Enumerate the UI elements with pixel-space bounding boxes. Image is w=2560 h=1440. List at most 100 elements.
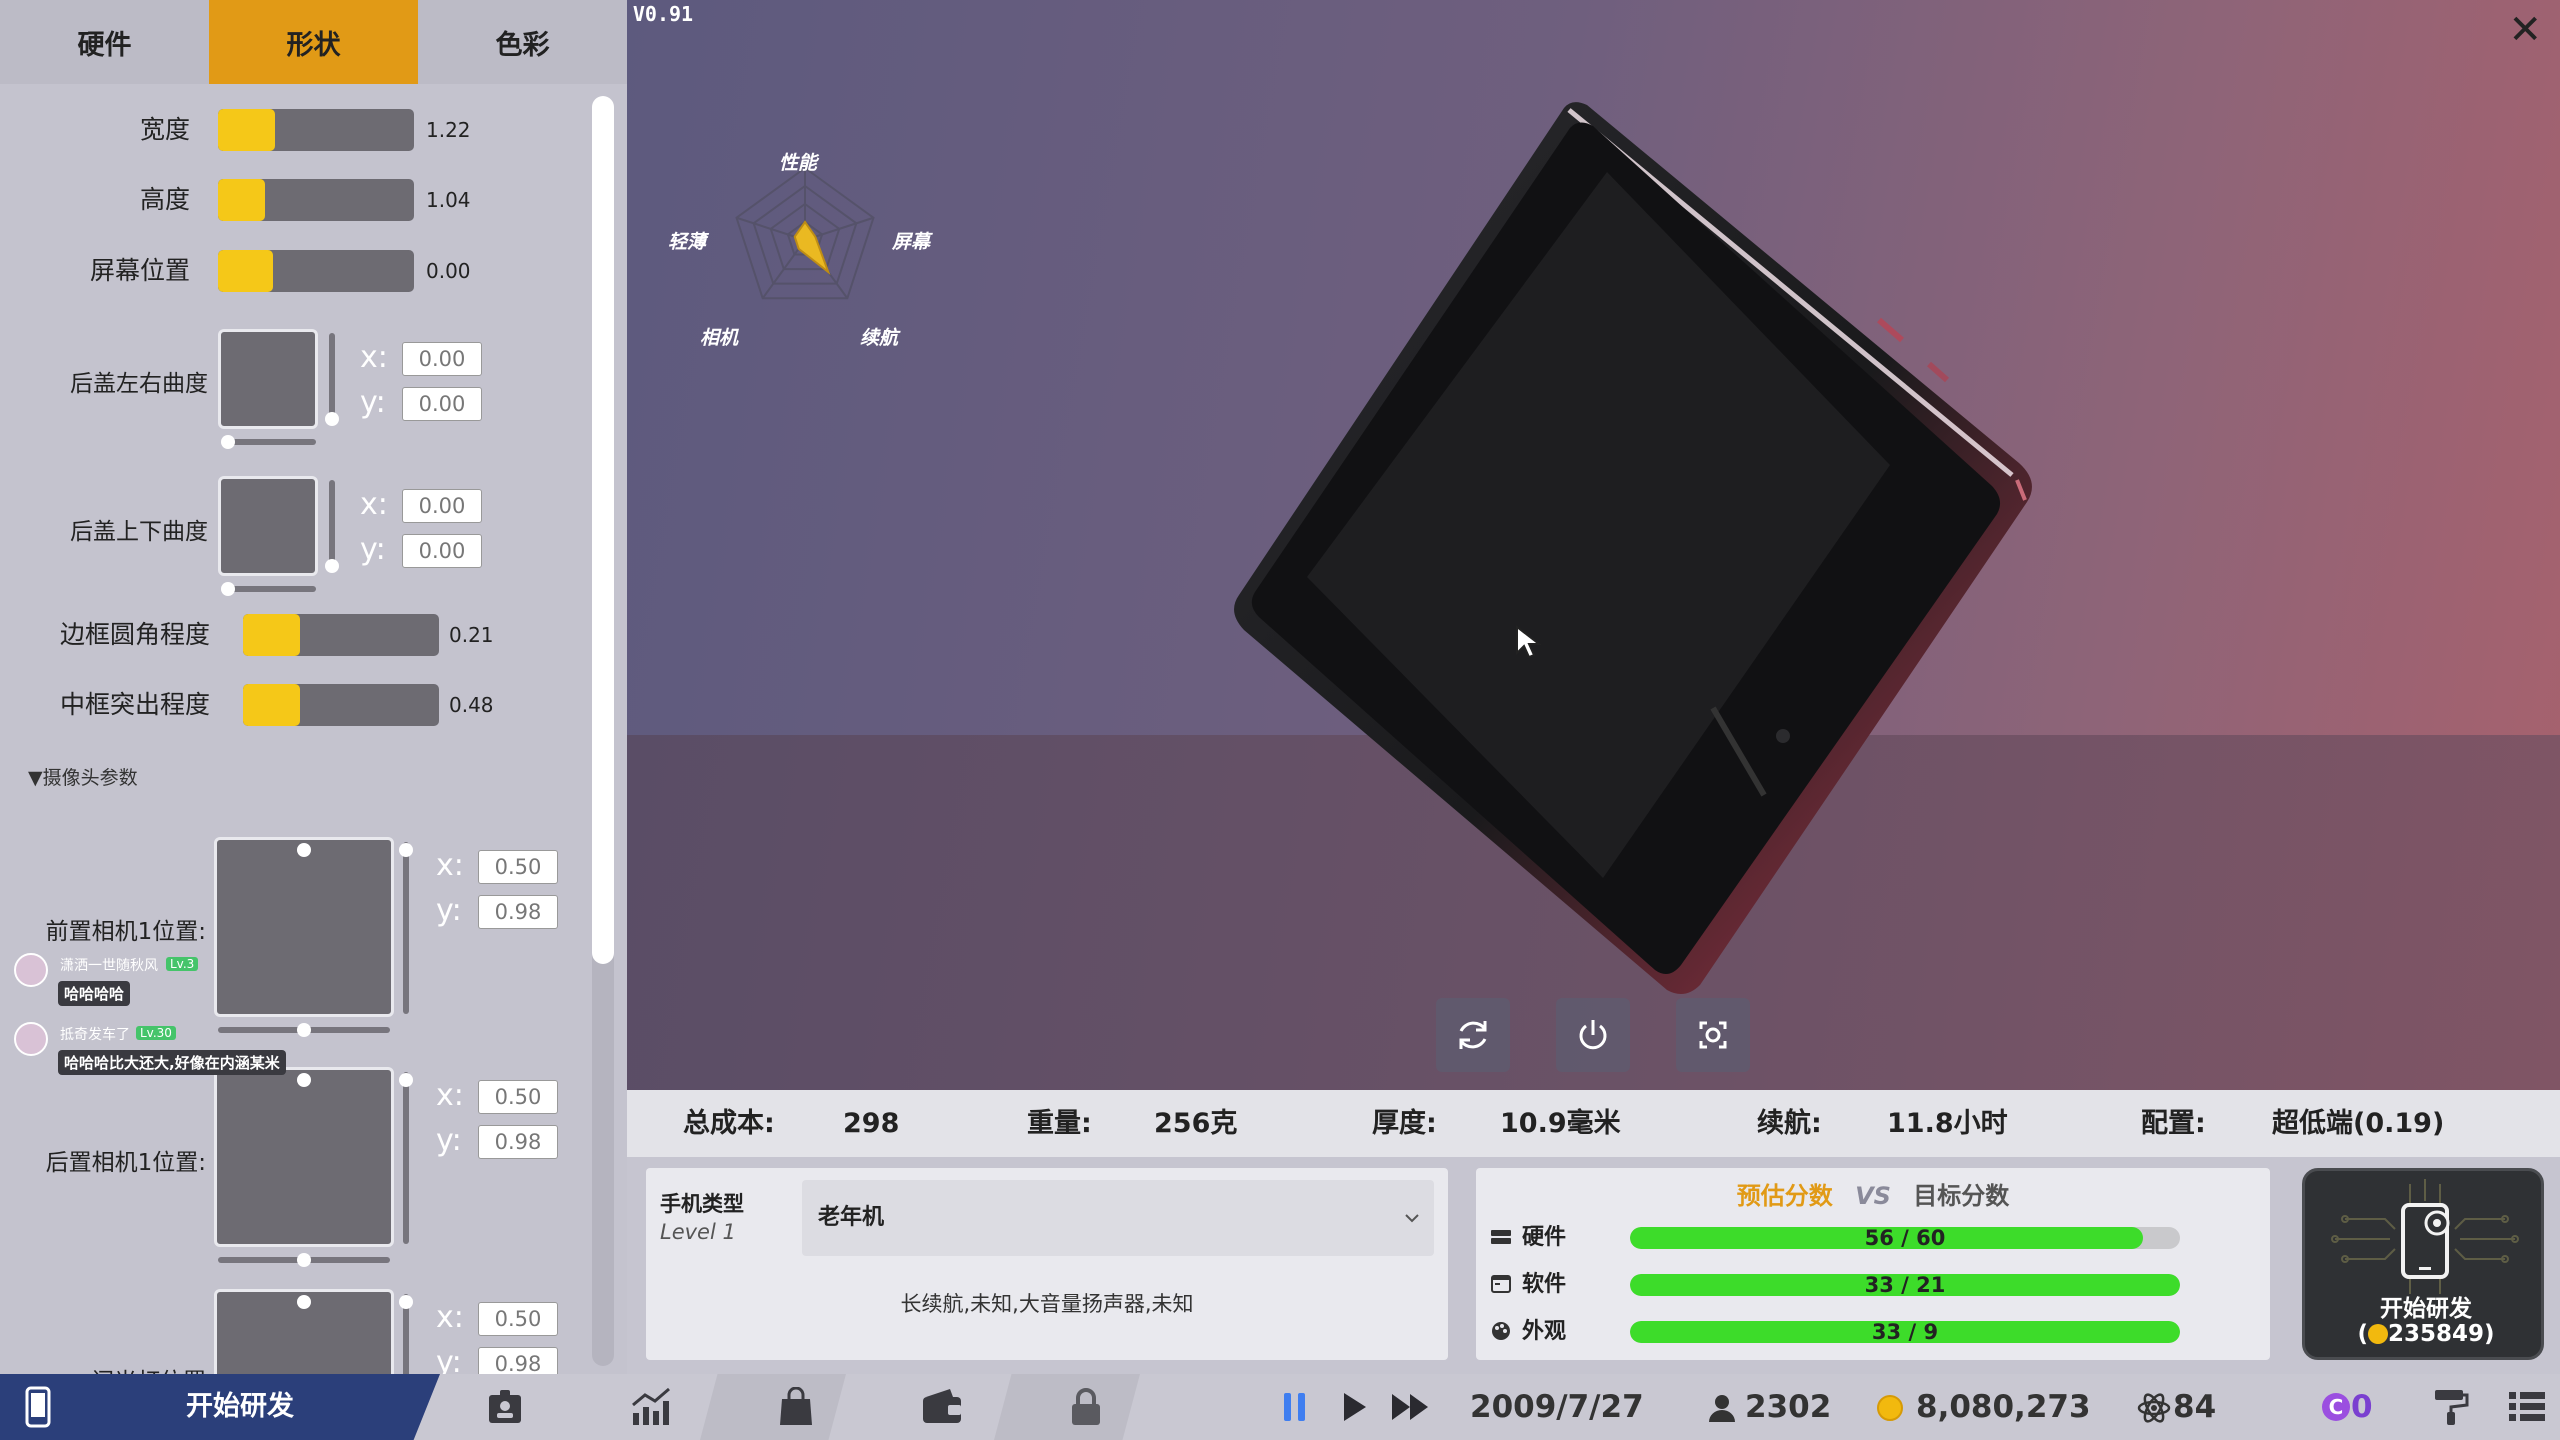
- front-camera-marker[interactable]: [297, 843, 311, 857]
- y-label: y:: [436, 1123, 462, 1158]
- back-lr-curve-vknob[interactable]: [325, 412, 339, 426]
- flash-marker[interactable]: [297, 1295, 311, 1309]
- front-camera-position-pad[interactable]: [214, 837, 394, 1017]
- front-camera-vtrack[interactable]: [403, 842, 409, 1014]
- rear-camera-position-pad[interactable]: [214, 1067, 394, 1247]
- rear-camera-hknob[interactable]: [297, 1253, 311, 1267]
- back-ud-curve-vknob[interactable]: [325, 559, 339, 573]
- back-lr-curve-hknob[interactable]: [221, 435, 235, 449]
- phone-icon: [25, 1386, 51, 1428]
- flash-vknob[interactable]: [399, 1295, 413, 1309]
- appearance-icon: [1492, 1322, 1510, 1340]
- config-value: 超低端(0.19): [2272, 1108, 2445, 1139]
- rear-camera-marker[interactable]: [297, 1073, 311, 1087]
- radar-label-battery: 续航: [860, 327, 899, 349]
- tab-shape[interactable]: 形状: [209, 0, 418, 84]
- phone-type-panel: 手机类型 Level 1 老年机 长续航,未知,大音量扬声器,未知: [646, 1168, 1448, 1360]
- tab-color[interactable]: 色彩: [418, 0, 627, 84]
- circuit-phone-icon: [2331, 1179, 2519, 1294]
- frame-protrusion-slider[interactable]: [243, 684, 439, 726]
- menu-button[interactable]: [2502, 1383, 2552, 1431]
- start-development-button[interactable]: 开始研发 (235849): [2302, 1168, 2544, 1360]
- phone-type-dropdown[interactable]: 老年机: [802, 1180, 1434, 1256]
- fast-forward-button[interactable]: [1385, 1383, 1435, 1431]
- flash-x-input[interactable]: 0.50: [478, 1302, 558, 1336]
- score-value: 33 / 21: [1864, 1273, 1946, 1297]
- back-lr-curve-htrack[interactable]: [222, 439, 316, 445]
- taskbar-wallet-button[interactable]: [917, 1383, 967, 1431]
- front-camera-x-input[interactable]: 0.50: [478, 850, 558, 884]
- y-label: y:: [436, 893, 462, 928]
- score-panel: 预估分数 VS 目标分数 硬件 56 / 60 软件 33 / 21 外观 33…: [1476, 1168, 2270, 1360]
- corner-radius-slider[interactable]: [243, 614, 439, 656]
- id-card-icon: [489, 1390, 521, 1423]
- score-value: 56 / 60: [1864, 1226, 1946, 1250]
- taskbar-market-button[interactable]: [626, 1383, 676, 1431]
- radar-label-screen: 屏幕: [892, 231, 931, 253]
- back-ud-curve-y-input[interactable]: 0.00: [402, 534, 482, 568]
- flash-label: 闪光灯位置: [0, 1362, 206, 1374]
- front-camera-vknob[interactable]: [399, 843, 413, 857]
- rotate-button[interactable]: [1436, 998, 1510, 1072]
- width-slider[interactable]: [218, 109, 414, 151]
- research-atom-icon: [2137, 1393, 2171, 1423]
- danmu-username: 潇洒一世随秋风: [60, 958, 158, 974]
- rear-camera-x-input[interactable]: 0.50: [478, 1080, 558, 1114]
- taskbar-start-development-button[interactable]: 开始研发: [0, 1374, 440, 1440]
- paint-roller-button[interactable]: [2426, 1383, 2476, 1431]
- flip-camera-button[interactable]: [1676, 998, 1750, 1072]
- slider-fill: [243, 614, 300, 656]
- slider-fill: [218, 179, 266, 221]
- battery-value: 11.8小时: [1887, 1108, 2008, 1139]
- rear-camera-vtrack[interactable]: [403, 1072, 409, 1244]
- cost-value: 298: [843, 1108, 900, 1139]
- development-cost: (235849): [2305, 1321, 2541, 1347]
- rear-camera-label: 后置相机1位置:: [45, 1150, 206, 1176]
- score-label: 软件: [1522, 1272, 1567, 1297]
- x-label: x:: [436, 1300, 464, 1335]
- x-label: x:: [436, 1078, 464, 1113]
- slider-label: 边框圆角程度: [59, 620, 210, 649]
- back-lr-curve-label: 后盖左右曲度: [70, 371, 208, 397]
- flash-y-input[interactable]: 0.98: [478, 1347, 558, 1374]
- back-lr-curve-pad[interactable]: [218, 329, 318, 429]
- back-lr-curve-vtrack[interactable]: [329, 333, 335, 423]
- back-ud-curve-pad[interactable]: [218, 476, 318, 576]
- slider-value: 0.48: [449, 693, 494, 717]
- score-row-software: 软件 33 / 21: [1490, 1267, 2260, 1303]
- back-lr-curve-x-input[interactable]: 0.00: [402, 342, 482, 376]
- play-button[interactable]: [1329, 1383, 1379, 1431]
- camera-params-toggle[interactable]: ▼摄像头参数: [28, 763, 138, 790]
- front-camera-label: 前置相机1位置:: [45, 919, 206, 945]
- radar-label-performance: 性能: [779, 152, 818, 174]
- x-label: x:: [360, 487, 388, 522]
- taskbar-staff-button[interactable]: [480, 1383, 530, 1431]
- premium-coin-count: 0: [2351, 1389, 2373, 1425]
- height-slider[interactable]: [218, 179, 414, 221]
- back-ud-curve-htrack[interactable]: [222, 586, 316, 592]
- slider-row-corner-radius: 边框圆角程度 0.21: [0, 610, 560, 660]
- slider-row-screen-position: 屏幕位置 0.00: [0, 246, 560, 296]
- tab-hardware[interactable]: 硬件: [0, 0, 209, 84]
- close-icon[interactable]: ✕: [2508, 10, 2542, 50]
- screen-position-slider[interactable]: [218, 250, 414, 292]
- front-camera-hknob[interactable]: [297, 1023, 311, 1037]
- power-button[interactable]: [1556, 998, 1630, 1072]
- slider-row-height: 高度 1.04: [0, 175, 560, 225]
- back-ud-curve-vtrack[interactable]: [329, 480, 335, 570]
- rear-camera-y-input[interactable]: 0.98: [478, 1125, 558, 1159]
- pause-button[interactable]: [1270, 1383, 1320, 1431]
- money-coin-icon: [1877, 1395, 1903, 1421]
- front-camera-y-input[interactable]: 0.98: [478, 895, 558, 929]
- y-label: y:: [360, 385, 386, 420]
- premium-coin-icon: C: [2322, 1393, 2350, 1421]
- back-lr-curve-y-input[interactable]: 0.00: [402, 387, 482, 421]
- avatar: [14, 1022, 48, 1056]
- cost-value: 235849): [2387, 1321, 2495, 1347]
- panel-scrollbar-thumb[interactable]: [592, 96, 614, 964]
- taskbar-shop-button[interactable]: [771, 1383, 821, 1431]
- back-ud-curve-hknob[interactable]: [221, 582, 235, 596]
- rear-camera-vknob[interactable]: [399, 1073, 413, 1087]
- back-ud-curve-x-input[interactable]: 0.00: [402, 489, 482, 523]
- taskbar-locked-button[interactable]: [1061, 1383, 1111, 1431]
